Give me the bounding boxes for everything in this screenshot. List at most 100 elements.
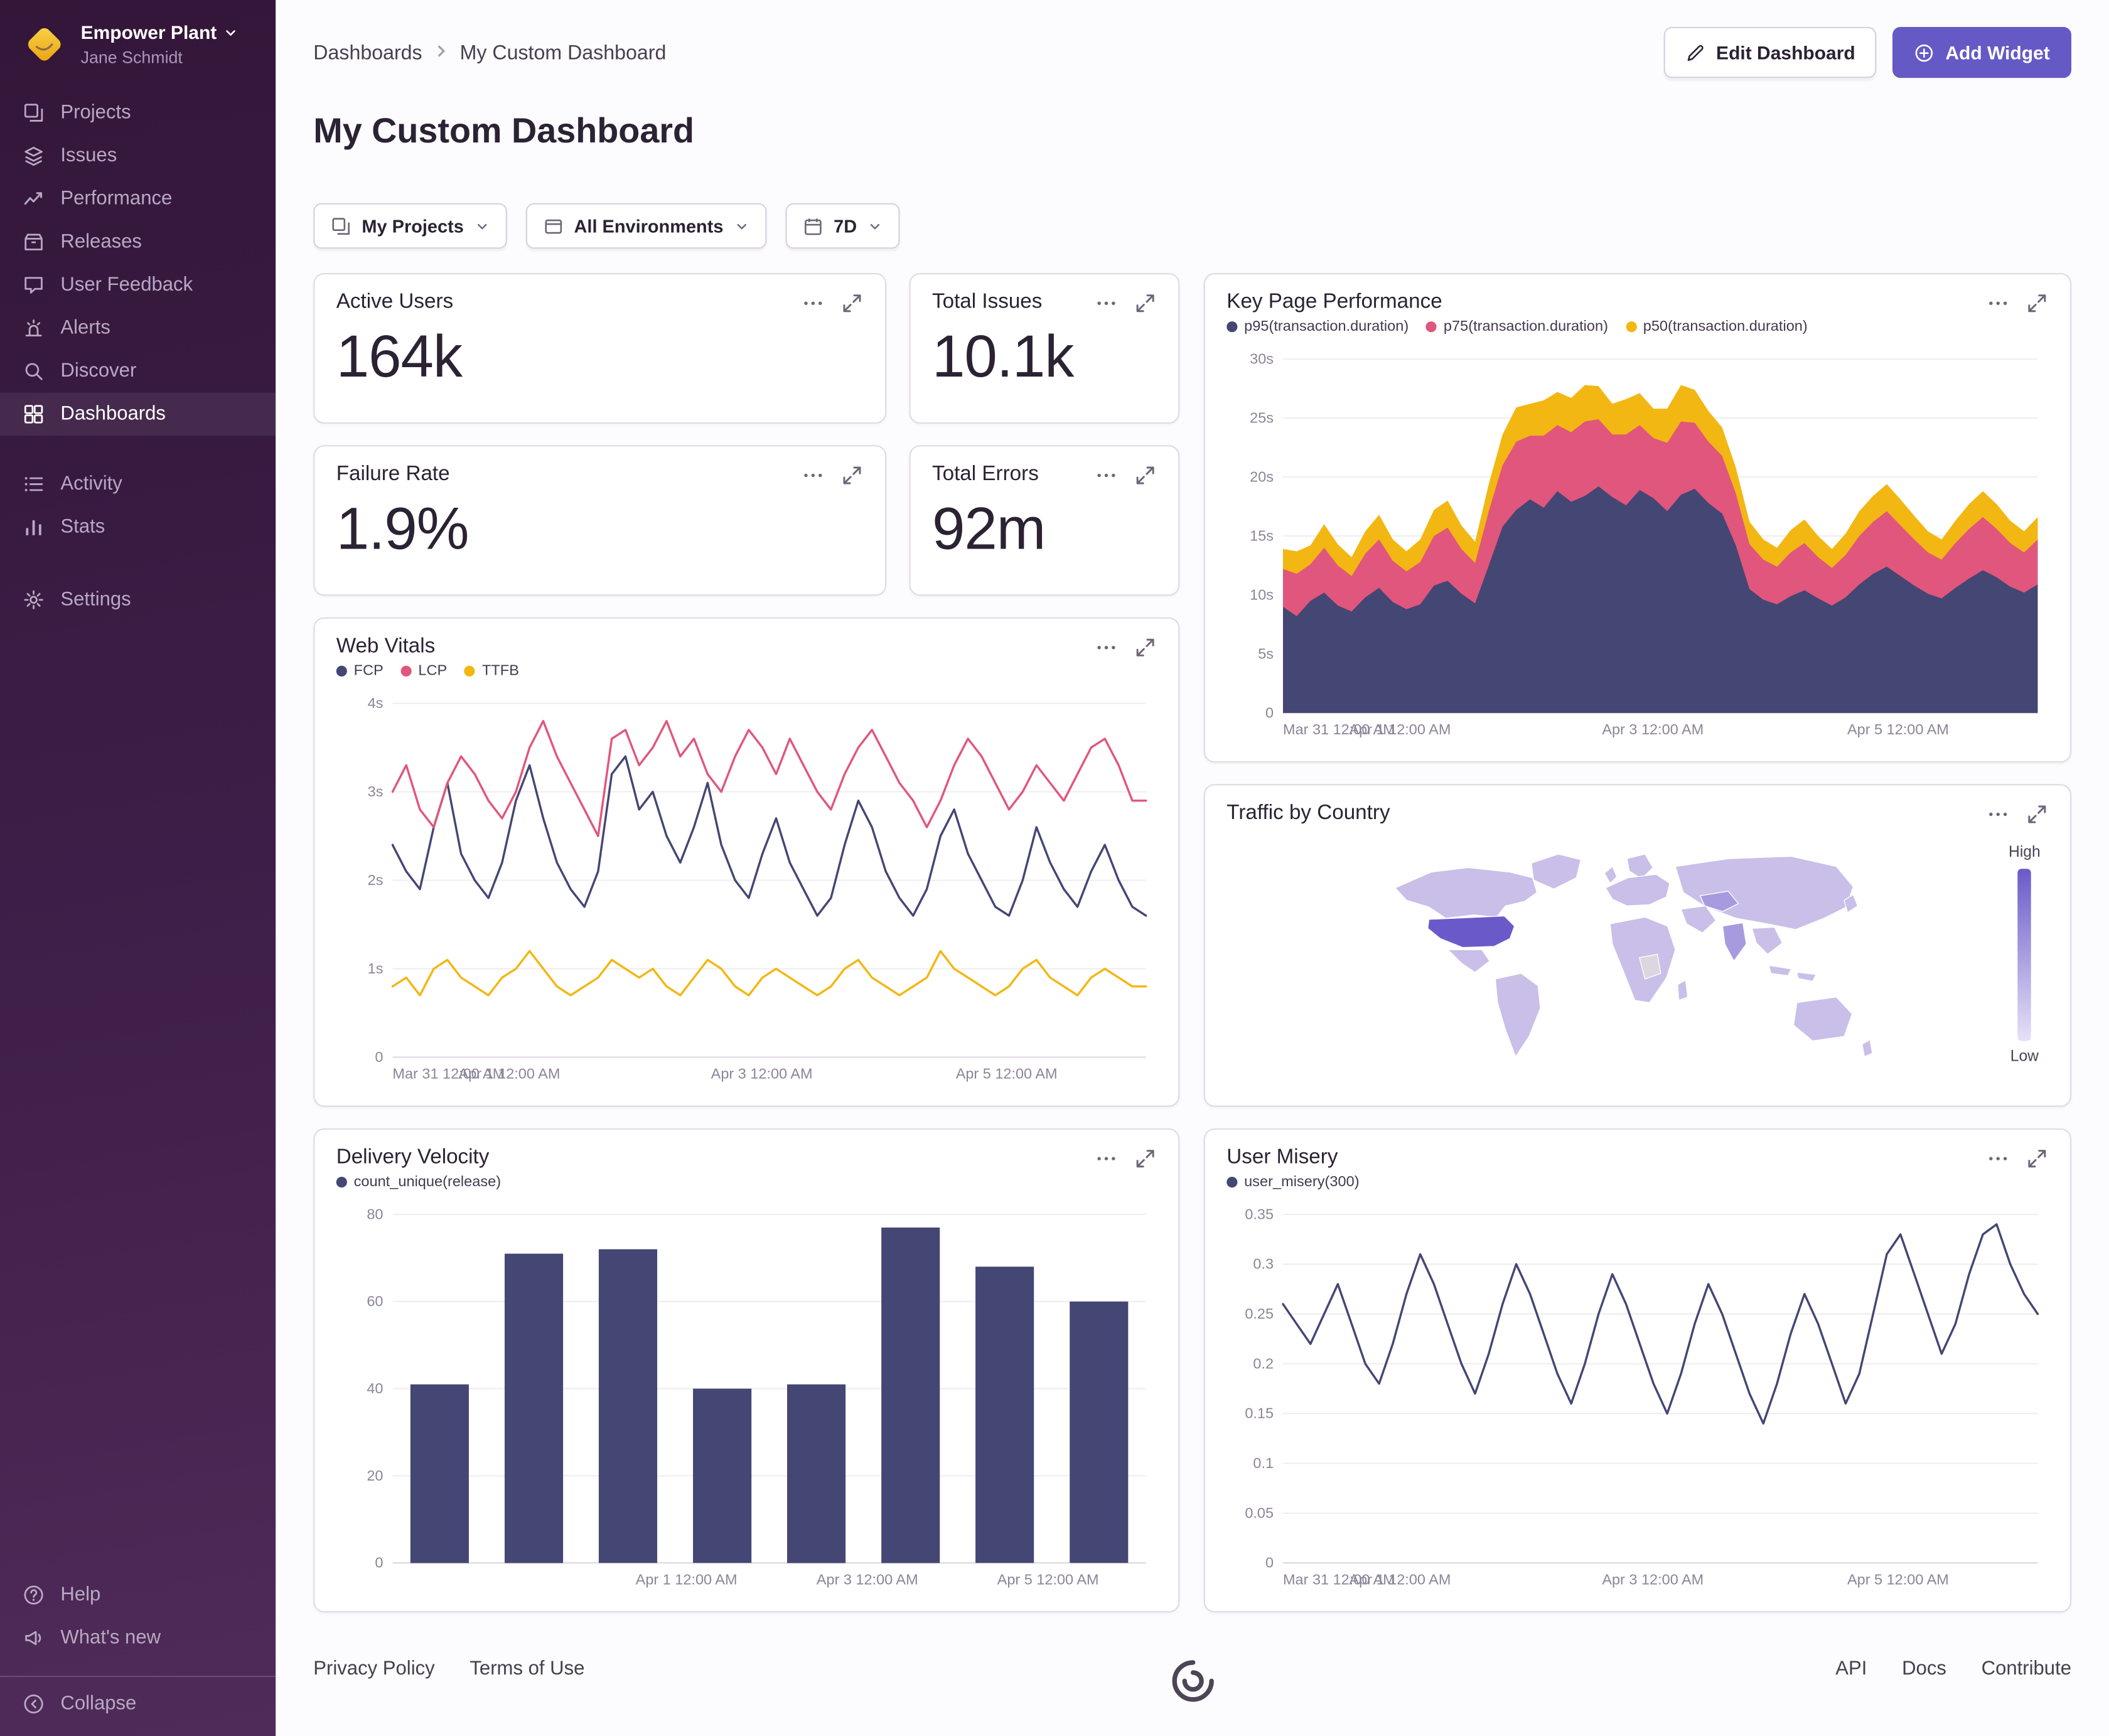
chevron-right-icon xyxy=(433,41,449,63)
chart-legend: user_misery(300) xyxy=(1226,1174,2048,1190)
widget-failure-rate: Failure Rate 1.9% xyxy=(313,445,887,596)
projects-stack-icon xyxy=(331,216,351,236)
widget-menu-button[interactable] xyxy=(1095,463,1117,486)
breadcrumb-dashboards-link[interactable]: Dashboards xyxy=(313,41,422,63)
svg-text:Apr 3 12:00 AM: Apr 3 12:00 AM xyxy=(817,1571,918,1587)
broadcast-icon xyxy=(21,1626,46,1651)
sidebar-item-activity[interactable]: Activity xyxy=(0,463,276,506)
svg-text:0: 0 xyxy=(1265,1555,1274,1571)
sidebar: Empower Plant Jane Schmidt Projects Issu… xyxy=(0,0,276,1736)
user-feedback-icon xyxy=(21,273,46,297)
widget-title: Failure Rate xyxy=(336,463,450,486)
sidebar-item-user-feedback[interactable]: User Feedback xyxy=(0,264,276,307)
org-switcher[interactable]: Empower Plant Jane Schmidt xyxy=(0,0,276,81)
widget-value: 1.9% xyxy=(336,496,470,562)
date-range-dropdown[interactable]: 7D xyxy=(785,203,900,249)
sentry-org-logo-icon xyxy=(21,21,67,67)
sidebar-collapse-button[interactable]: Collapse xyxy=(0,1676,276,1725)
sidebar-item-label: Issues xyxy=(60,145,117,167)
window-icon xyxy=(543,216,563,236)
sidebar-item-dashboards[interactable]: Dashboards xyxy=(0,392,276,436)
svg-text:60: 60 xyxy=(367,1293,383,1309)
widget-expand-button[interactable] xyxy=(2026,1147,2048,1169)
docs-link[interactable]: Docs xyxy=(1902,1658,1946,1680)
sidebar-item-label: Settings xyxy=(60,589,131,611)
widget-menu-button[interactable] xyxy=(1987,802,2009,825)
widget-menu-button[interactable] xyxy=(802,291,824,314)
widget-value: 10.1k xyxy=(932,324,1074,390)
svg-text:80: 80 xyxy=(367,1206,383,1222)
breadcrumb-current: My Custom Dashboard xyxy=(459,41,667,64)
widget-title: Delivery Velocity xyxy=(336,1145,490,1169)
performance-icon xyxy=(21,187,46,212)
svg-text:0.35: 0.35 xyxy=(1245,1206,1274,1222)
widget-title: Key Page Performance xyxy=(1226,290,1442,314)
widget-menu-button[interactable] xyxy=(1987,1147,2009,1169)
widget-expand-button[interactable] xyxy=(1134,463,1156,486)
svg-text:0.2: 0.2 xyxy=(1253,1355,1274,1371)
gear-icon xyxy=(21,587,46,612)
widget-menu-button[interactable] xyxy=(1095,1147,1117,1169)
widget-menu-button[interactable] xyxy=(802,463,824,486)
sidebar-item-label: Activity xyxy=(60,473,122,495)
widget-expand-button[interactable] xyxy=(1134,291,1156,314)
project-filter-dropdown[interactable]: My Projects xyxy=(313,203,507,249)
widget-title: Traffic by Country xyxy=(1226,801,1390,825)
widget-menu-button[interactable] xyxy=(1095,636,1117,658)
sidebar-item-settings[interactable]: Settings xyxy=(0,578,276,621)
widget-expand-button[interactable] xyxy=(1134,1147,1156,1169)
sidebar-item-releases[interactable]: Releases xyxy=(0,220,276,264)
svg-text:4s: 4s xyxy=(368,695,384,711)
widget-menu-button[interactable] xyxy=(1987,291,2009,314)
contribute-link[interactable]: Contribute xyxy=(1982,1658,2071,1680)
chart-legend: FCP LCP TTFB xyxy=(336,663,1157,679)
sidebar-item-alerts[interactable]: Alerts xyxy=(0,307,276,350)
svg-text:Apr 1 12:00 AM: Apr 1 12:00 AM xyxy=(636,1571,738,1587)
chart-legend: count_unique(release) xyxy=(336,1174,1157,1190)
widget-title: Active Users xyxy=(336,290,454,314)
widget-expand-button[interactable] xyxy=(840,463,863,486)
sidebar-item-projects[interactable]: Projects xyxy=(0,92,276,135)
svg-text:Apr 5 12:00 AM: Apr 5 12:00 AM xyxy=(956,1066,1058,1082)
environment-filter-dropdown[interactable]: All Environments xyxy=(525,203,767,249)
add-widget-label: Add Widget xyxy=(1945,41,2050,63)
widget-key-page-performance: Key Page Performance p95(transaction.dur… xyxy=(1203,273,2072,763)
privacy-policy-link[interactable]: Privacy Policy xyxy=(313,1658,434,1680)
legend-item: user_misery(300) xyxy=(1226,1174,1360,1190)
add-widget-button[interactable]: Add Widget xyxy=(1892,26,2072,78)
sidebar-item-issues[interactable]: Issues xyxy=(0,134,276,178)
legend-item: LCP xyxy=(400,663,447,679)
widget-expand-button[interactable] xyxy=(2026,802,2048,825)
widget-expand-button[interactable] xyxy=(1134,636,1156,658)
sidebar-item-label: Discover xyxy=(60,360,137,382)
legend-item: p75(transaction.duration) xyxy=(1426,319,1608,335)
map-legend-gradient xyxy=(2017,869,2032,1041)
sidebar-item-label: Dashboards xyxy=(60,403,166,426)
app: Empower Plant Jane Schmidt Projects Issu… xyxy=(0,0,2109,1736)
widget-title: Web Vitals xyxy=(336,635,436,658)
sidebar-item-performance[interactable]: Performance xyxy=(0,178,276,221)
svg-text:20s: 20s xyxy=(1250,468,1274,485)
sidebar-item-help[interactable]: Help xyxy=(0,1573,276,1617)
sidebar-item-discover[interactable]: Discover xyxy=(0,350,276,393)
svg-text:0: 0 xyxy=(375,1555,383,1571)
breadcrumb: Dashboards My Custom Dashboard xyxy=(313,41,666,63)
widget-menu-button[interactable] xyxy=(1095,291,1117,314)
web-vitals-chart: 01s2s3s4sMar 31 12:00 AMApr 1 12:00 AM Ap… xyxy=(368,695,1147,1082)
main-content: Dashboards My Custom Dashboard Edit Dash… xyxy=(276,0,2109,1736)
sidebar-item-stats[interactable]: Stats xyxy=(0,506,276,549)
key-page-performance-chart: 05s10s15s20s25s30sMar 31 12:00 AMApr 1 1… xyxy=(1250,351,2038,737)
widget-expand-button[interactable] xyxy=(840,291,863,314)
svg-text:0: 0 xyxy=(375,1049,383,1065)
sidebar-item-label: User Feedback xyxy=(60,274,193,296)
svg-text:Apr 1 12:00 AM: Apr 1 12:00 AM xyxy=(1350,1571,1451,1587)
sidebar-item-whats-new[interactable]: What's new xyxy=(0,1617,276,1660)
discover-icon xyxy=(21,359,46,383)
terms-of-use-link[interactable]: Terms of Use xyxy=(470,1658,584,1680)
issues-icon xyxy=(21,144,46,168)
edit-dashboard-button[interactable]: Edit Dashboard xyxy=(1663,26,1877,78)
sidebar-item-label: Stats xyxy=(60,516,105,538)
widget-title: User Misery xyxy=(1226,1145,1338,1169)
api-link[interactable]: API xyxy=(1835,1658,1867,1680)
widget-expand-button[interactable] xyxy=(2026,291,2048,314)
